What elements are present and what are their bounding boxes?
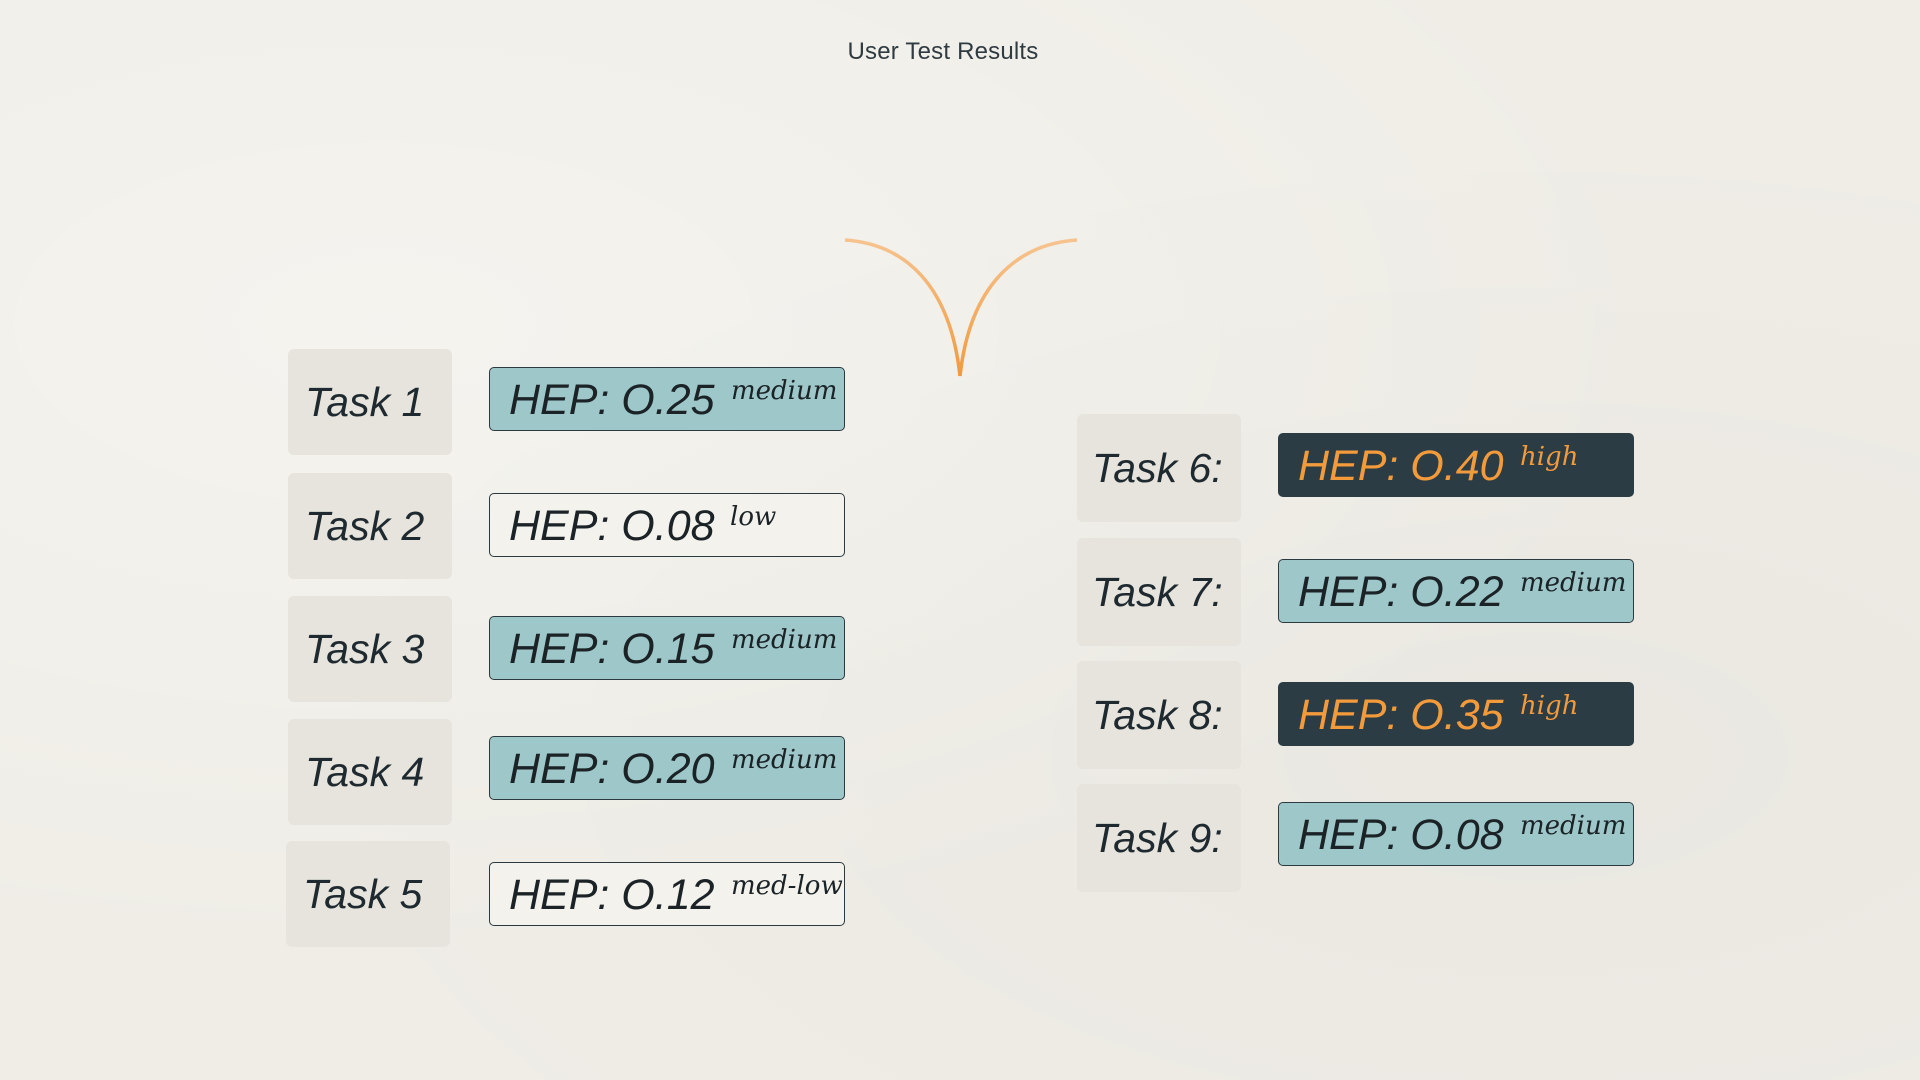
- hep-box-task-4: HEP: O.20 medium: [489, 736, 845, 800]
- hep-value: HEP: O.08: [509, 502, 715, 550]
- hep-value: HEP: O.08: [1298, 811, 1504, 859]
- page-title: User Test Results: [847, 38, 1039, 65]
- hep-level: medium: [731, 625, 838, 655]
- task-label-8: Task 8:: [1077, 661, 1241, 769]
- hep-value: HEP: O.40: [1298, 442, 1504, 490]
- hep-level: high: [1520, 691, 1579, 721]
- hep-box-task-1: HEP: O.25 medium: [489, 367, 845, 431]
- hep-value: HEP: O.12: [509, 871, 715, 919]
- hep-value: HEP: O.15: [509, 625, 715, 673]
- hep-level: medium: [1520, 811, 1627, 841]
- hep-level: low: [730, 502, 777, 532]
- hep-level: medium: [1520, 568, 1627, 598]
- hep-level: high: [1520, 442, 1579, 472]
- task-label-5: Task 5: [286, 841, 450, 947]
- hep-value: HEP: O.20: [509, 745, 715, 793]
- hep-box-task-6: HEP: O.40 high: [1278, 433, 1634, 497]
- hep-box-task-2: HEP: O.08 low: [489, 493, 845, 557]
- hep-box-task-8: HEP: O.35 high: [1278, 682, 1634, 746]
- hep-box-task-7: HEP: O.22 medium: [1278, 559, 1634, 623]
- task-label-9: Task 9:: [1077, 784, 1241, 892]
- task-label-4: Task 4: [288, 719, 452, 825]
- hep-level: med-low: [731, 871, 843, 901]
- task-label-6: Task 6:: [1077, 414, 1241, 522]
- hep-box-task-9: HEP: O.08 medium: [1278, 802, 1634, 866]
- task-label-7: Task 7:: [1077, 538, 1241, 646]
- hep-level: medium: [731, 745, 838, 775]
- task-label-3: Task 3: [288, 596, 452, 702]
- hep-level: medium: [731, 376, 838, 406]
- hep-box-task-5: HEP: O.12 med-low: [489, 862, 845, 926]
- task-label-2: Task 2: [288, 473, 452, 579]
- hep-box-task-3: HEP: O.15 medium: [489, 616, 845, 680]
- hep-value: HEP: O.25: [509, 376, 715, 424]
- hep-value: HEP: O.22: [1298, 568, 1504, 616]
- hep-value: HEP: O.35: [1298, 691, 1504, 739]
- task-label-1: Task 1: [288, 349, 452, 455]
